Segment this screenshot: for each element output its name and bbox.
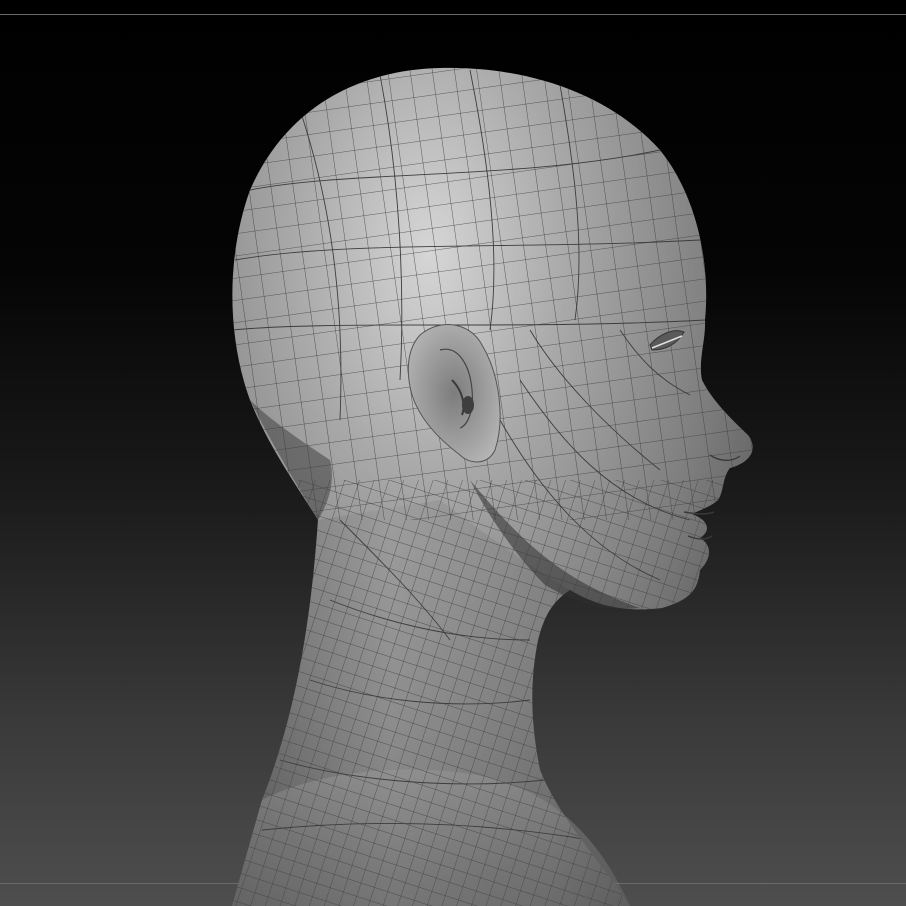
sculpt-viewport[interactable]	[0, 0, 906, 906]
wireframe-overlay	[232, 67, 753, 906]
sculpt-model[interactable]	[0, 0, 906, 906]
